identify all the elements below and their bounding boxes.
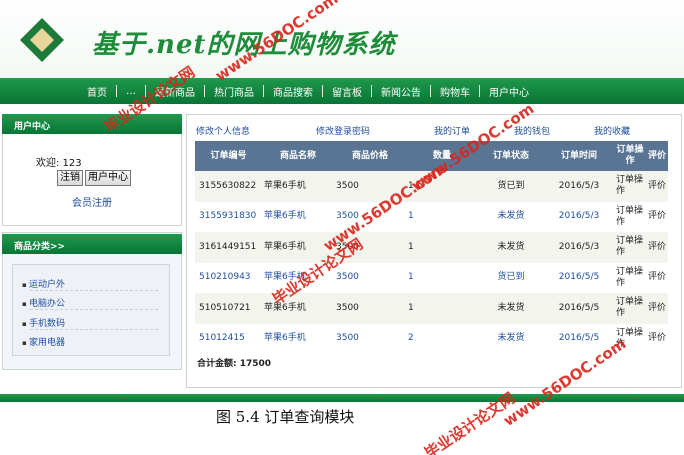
quantity: 1 — [406, 293, 478, 324]
table-row: 3161449151 苹果6手机 3500 1 未发货 2016/5/3 订单操… — [195, 232, 668, 263]
review-link[interactable]: 评价 — [646, 171, 668, 202]
my-orders-link[interactable]: 我的订单 — [434, 124, 470, 137]
quantity: 1 — [406, 232, 478, 263]
product-price: 3500 — [334, 293, 406, 324]
category-divider — [30, 290, 158, 291]
column-header: 订单操作 — [614, 141, 646, 171]
main-nav: 首页 … 最新商品 热门商品 商品搜索 留言板 新闻公告 购物车 用户中心 — [0, 78, 684, 104]
product-name: 苹果6手机 — [262, 201, 334, 232]
order-date: 2016/5/3 — [544, 201, 614, 232]
my-wallet-link[interactable]: 我的钱包 — [514, 124, 550, 137]
nav-message-board[interactable]: 留言板 — [323, 84, 371, 99]
user-center-button[interactable]: 用户中心 — [85, 170, 131, 186]
column-header: 商品价格 — [334, 141, 406, 171]
change-password-link[interactable]: 修改登录密码 — [316, 124, 370, 137]
quantity: 2 — [406, 323, 478, 354]
order-status: 未发货 — [478, 293, 544, 324]
order-date: 2016/5/5 — [544, 262, 614, 293]
my-favorites-link[interactable]: 我的收藏 — [594, 124, 630, 137]
nav-latest-products[interactable]: 最新商品 — [146, 84, 204, 99]
welcome-text: 欢迎: 123 — [36, 158, 82, 169]
order-status: 未发货 — [478, 323, 544, 354]
column-header: 评价 — [646, 141, 668, 171]
order-action-link[interactable]: 订单操作 — [614, 262, 646, 293]
order-date: 2016/5/5 — [544, 293, 614, 324]
order-date: 2016/5/5 — [544, 323, 614, 354]
order-id: 51012415 — [195, 323, 262, 354]
user-center-heading: 用户中心 — [2, 114, 182, 134]
site-header: 基于.net的网上购物系统 — [0, 0, 684, 78]
review-link[interactable]: 评价 — [646, 293, 668, 324]
column-header: 订单编号 — [195, 141, 262, 171]
nav-user-center[interactable]: 用户中心 — [480, 84, 538, 99]
review-link[interactable]: 评价 — [646, 323, 668, 354]
order-date: 2016/5/3 — [544, 171, 614, 202]
order-action-link[interactable]: 订单操作 — [614, 232, 646, 263]
category-item-outdoor[interactable]: 运动户外 — [22, 277, 65, 290]
order-total: 合计金额: 17500 — [197, 359, 272, 369]
table-row: 3155630822 苹果6手机 3500 1 货已到 2016/5/3 订单操… — [195, 171, 668, 202]
edit-profile-link[interactable]: 修改个人信息 — [196, 124, 250, 137]
table-row: 3155931830 苹果6手机 3500 1 未发货 2016/5/3 订单操… — [195, 201, 668, 232]
category-item-digital[interactable]: 手机数码 — [22, 316, 65, 329]
category-divider — [30, 309, 158, 310]
product-name: 苹果6手机 — [262, 262, 334, 293]
column-header: 数量 — [406, 141, 478, 171]
column-header: 订单状态 — [478, 141, 544, 171]
order-status: 未发货 — [478, 232, 544, 263]
order-date: 2016/5/3 — [544, 232, 614, 263]
product-price: 3500 — [334, 171, 406, 202]
order-action-link[interactable]: 订单操作 — [614, 171, 646, 202]
footer-bar — [0, 394, 684, 402]
product-price: 3500 — [334, 323, 406, 354]
product-price: 3500 — [334, 232, 406, 263]
category-item-office[interactable]: 电脑办公 — [22, 296, 65, 309]
diamond-logo-icon — [20, 18, 64, 62]
order-status: 货已到 — [478, 171, 544, 202]
order-status: 未发货 — [478, 201, 544, 232]
order-id: 3161449151 — [195, 232, 262, 263]
nav-cart[interactable]: 购物车 — [431, 84, 479, 99]
product-name: 苹果6手机 — [262, 293, 334, 324]
table-row: 510510721 苹果6手机 3500 1 未发货 2016/5/5 订单操作… — [195, 293, 668, 324]
order-id: 510210943 — [195, 262, 262, 293]
order-id: 3155931830 — [195, 201, 262, 232]
order-action-link[interactable]: 订单操作 — [614, 323, 646, 354]
orders-table: 订单编号 商品名称 商品价格 数量 订单状态 订单时间 订单操作 评价 3155… — [195, 141, 668, 354]
quantity: 1 — [406, 262, 478, 293]
review-link[interactable]: 评价 — [646, 232, 668, 263]
nav-news[interactable]: 新闻公告 — [372, 84, 430, 99]
register-link[interactable]: 会员注册 — [72, 194, 112, 209]
review-link[interactable]: 评价 — [646, 201, 668, 232]
site-title: 基于.net的网上购物系统 — [92, 30, 396, 60]
order-action-link[interactable]: 订单操作 — [614, 201, 646, 232]
nav-home[interactable]: 首页 — [78, 84, 116, 99]
product-name: 苹果6手机 — [262, 323, 334, 354]
table-row: 51012415 苹果6手机 3500 2 未发货 2016/5/5 订单操作 … — [195, 323, 668, 354]
order-id: 510510721 — [195, 293, 262, 324]
product-name: 苹果6手机 — [262, 232, 334, 263]
nav-item-2[interactable]: … — [117, 86, 145, 97]
order-id: 3155630822 — [195, 171, 262, 202]
quantity: 1 — [406, 171, 478, 202]
order-action-link[interactable]: 订单操作 — [614, 293, 646, 324]
category-divider — [30, 329, 158, 330]
quantity: 1 — [406, 201, 478, 232]
column-header: 商品名称 — [262, 141, 334, 171]
product-price: 3500 — [334, 262, 406, 293]
nav-hot-products[interactable]: 热门商品 — [205, 84, 263, 99]
logout-button[interactable]: 注销 — [57, 170, 83, 186]
product-name: 苹果6手机 — [262, 171, 334, 202]
table-row: 510210943 苹果6手机 3500 1 货已到 2016/5/5 订单操作… — [195, 262, 668, 293]
category-item-appliances[interactable]: 家用电器 — [22, 335, 65, 348]
category-heading: 商品分类>> — [2, 234, 182, 254]
column-header: 订单时间 — [544, 141, 614, 171]
review-link[interactable]: 评价 — [646, 262, 668, 293]
figure-caption: 图 5.4 订单查询模块 — [216, 408, 355, 426]
table-header-row: 订单编号 商品名称 商品价格 数量 订单状态 订单时间 订单操作 评价 — [195, 141, 668, 171]
order-status: 货已到 — [478, 262, 544, 293]
nav-product-search[interactable]: 商品搜索 — [264, 84, 322, 99]
product-price: 3500 — [334, 201, 406, 232]
